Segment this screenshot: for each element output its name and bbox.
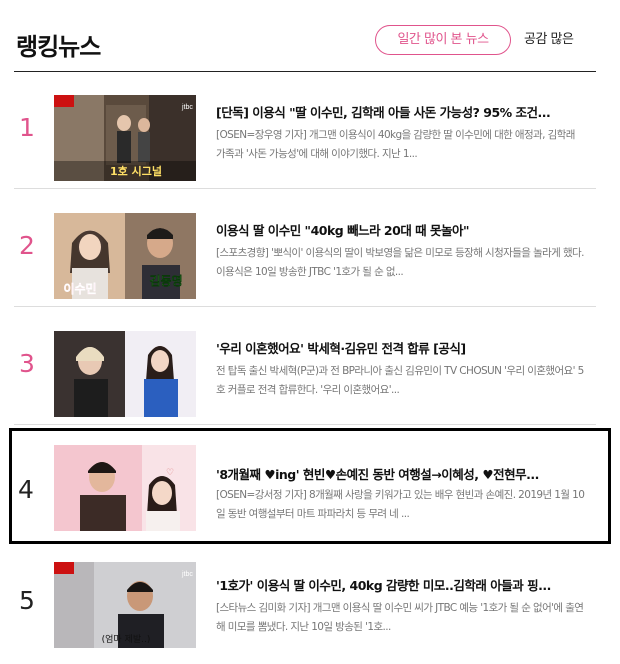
news-snippet: [OSEN=강서정 기자] 8개월째 사랑을 키워가고 있는 배우 현빈과 손예…	[216, 489, 585, 520]
news-headline[interactable]: 이용식 딸 이수민 "40kg 빼느라 20대 때 못놀아"	[216, 220, 591, 239]
rank-number: 4	[18, 475, 34, 504]
news-headline[interactable]: '우리 이혼했어요' 박세혁·김유민 전격 합류 [공식]	[216, 338, 591, 357]
news-item-5[interactable]: 5 jtbc (엄마 제발..) '1호가' 이용식 딸 이수민, 40kg 감…	[14, 544, 596, 662]
svg-text:♡: ♡	[166, 468, 174, 478]
tab-most-empathized[interactable]: 공감 많은	[524, 25, 574, 55]
section-title: 랭킹뉴스	[16, 33, 101, 61]
rank-number: 1	[19, 113, 35, 142]
ranking-news-header: 랭킹뉴스 일간 많이 본 뉴스 공감 많은	[14, 0, 596, 72]
news-headline[interactable]: [단독] 이용식 "딸 이수민, 김학래 아들 사돈 가능성? 95% 조건..…	[216, 102, 591, 121]
thumb-caption: (엄마 제발..)	[102, 633, 151, 645]
news-thumbnail[interactable]: jtbc 1호 시그널	[54, 95, 196, 181]
thumb-label: jtbc	[181, 104, 193, 111]
thumb-label: jtbc	[181, 571, 193, 578]
news-snippet: [스포츠경향] '뽀식이' 이용식의 딸이 박보영을 닮은 미모로 등장해 시청…	[216, 247, 584, 278]
news-thumbnail[interactable]: 이수민 김동영	[54, 213, 196, 299]
news-snippet: [스타뉴스 김미화 기자] 개그맨 이용식 딸 이수민 씨가 JTBC 예능 '…	[216, 602, 584, 633]
news-item-1[interactable]: 1 jtbc 1호 시그널 [단독] 이용식 "딸 이수민, 김학래 아들 사돈…	[14, 71, 596, 189]
news-thumbnail[interactable]: ♡	[54, 445, 196, 531]
news-item-3[interactable]: 3 '우리 이혼했어요' 박세혁·김유민 전격 합류 [공식] 전 탑독 출신 …	[14, 307, 596, 425]
news-item-2[interactable]: 2 이수민 김동영 이용식 딸 이수민 "40kg 빼느라 20대 때 못놀아"…	[14, 189, 596, 307]
news-item-4[interactable]: 4 ♡ '8개월째 ♥ing' 현빈♥손예진 동반 여행설→이혜성, ♥전현무.…	[9, 428, 611, 544]
news-snippet: [OSEN=장우영 기자] 개그맨 이용식이 40kg을 감량한 딸 이수민에 …	[216, 129, 575, 160]
thumb-caption: 1호 시그널	[110, 164, 162, 178]
news-headline[interactable]: '8개월째 ♥ing' 현빈♥손예진 동반 여행설→이혜성, ♥전현무...	[216, 464, 591, 483]
news-thumbnail[interactable]: jtbc (엄마 제발..)	[54, 562, 196, 648]
thumb-name-left: 이수민	[63, 281, 96, 296]
rank-number: 3	[19, 349, 35, 378]
rank-number: 2	[19, 231, 35, 260]
rank-number: 5	[19, 586, 35, 615]
thumb-name-right: 김동영	[149, 273, 182, 288]
news-thumbnail[interactable]	[54, 331, 196, 417]
news-snippet: 전 탑독 출신 박세혁(P군)과 전 BP라니아 출신 김유민이 TV CHOS…	[216, 365, 584, 396]
news-headline[interactable]: '1호가' 이용식 딸 이수민, 40kg 감량한 미모..김학래 아들과 핑.…	[216, 575, 591, 594]
tab-daily-most-viewed[interactable]: 일간 많이 본 뉴스	[375, 25, 511, 55]
